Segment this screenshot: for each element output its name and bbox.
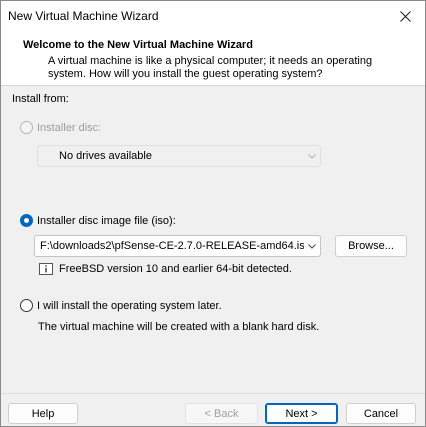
title-bar: New Virtual Machine Wizard xyxy=(1,1,425,31)
header-description: A virtual machine is like a physical com… xyxy=(48,55,373,80)
install-from-label: Install from: xyxy=(12,93,69,105)
detection-info: FreeBSD version 10 and earlier 64-bit de… xyxy=(39,263,292,275)
chevron-down-icon xyxy=(304,146,320,166)
install-later-option[interactable]: I will install the operating system late… xyxy=(20,299,222,312)
next-button[interactable]: Next > xyxy=(265,403,338,424)
chevron-down-icon[interactable] xyxy=(304,236,320,256)
iso-radio[interactable] xyxy=(20,214,33,227)
browse-button[interactable]: Browse... xyxy=(335,235,407,257)
installer-disc-radio[interactable] xyxy=(20,121,33,134)
close-icon xyxy=(399,10,411,22)
close-button[interactable] xyxy=(385,1,425,31)
wizard-header: Welcome to the New Virtual Machine Wizar… xyxy=(1,31,425,86)
installer-disc-option[interactable]: Installer disc: xyxy=(20,121,101,134)
install-later-label: I will install the operating system late… xyxy=(37,299,222,312)
iso-label: Installer disc image file (iso): xyxy=(37,214,176,227)
install-later-description: The virtual machine will be created with… xyxy=(38,321,320,333)
window-title: New Virtual Machine Wizard xyxy=(8,9,159,23)
install-later-radio[interactable] xyxy=(20,299,33,312)
header-title: Welcome to the New Virtual Machine Wizar… xyxy=(23,39,253,51)
cancel-button[interactable]: Cancel xyxy=(346,403,416,424)
iso-path-value: F:\downloads2\pfSense-CE-2.7.0-RELEASE-a… xyxy=(40,240,304,252)
iso-option[interactable]: Installer disc image file (iso): xyxy=(20,214,176,227)
iso-path-combobox[interactable]: F:\downloads2\pfSense-CE-2.7.0-RELEASE-a… xyxy=(34,235,321,257)
wizard-window: New Virtual Machine Wizard Welcome to th… xyxy=(0,0,426,427)
installer-disc-value: No drives available xyxy=(59,150,152,162)
info-icon xyxy=(39,263,53,275)
detection-message: FreeBSD version 10 and earlier 64-bit de… xyxy=(59,263,292,275)
back-button[interactable]: < Back xyxy=(185,403,258,424)
footer-divider xyxy=(1,393,425,394)
help-button[interactable]: Help xyxy=(8,403,78,424)
installer-disc-dropdown[interactable]: No drives available xyxy=(37,145,321,167)
installer-disc-label: Installer disc: xyxy=(37,121,102,134)
